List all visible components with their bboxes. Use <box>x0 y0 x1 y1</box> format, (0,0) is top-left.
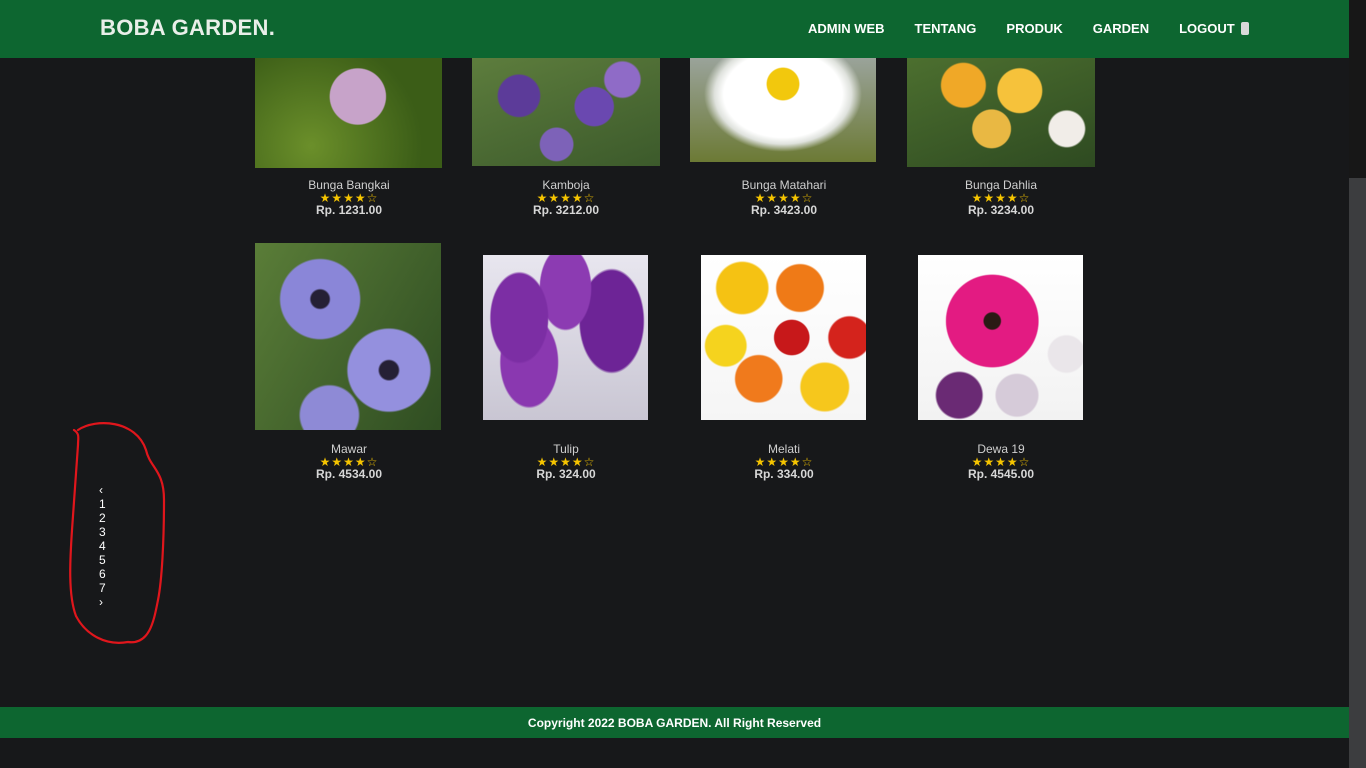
product-name[interactable]: Bunga Bangkai <box>255 178 443 192</box>
footer-copyright: Copyright 2022 BOBA GARDEN. All Right Re… <box>527 716 822 730</box>
pagination-page-1[interactable]: 1 <box>99 497 119 511</box>
product-name[interactable]: Dewa 19 <box>907 442 1095 456</box>
product-price: Rp. 3234.00 <box>967 203 1035 217</box>
product-image[interactable] <box>907 58 1095 167</box>
product-image[interactable] <box>918 255 1083 420</box>
nav-garden[interactable]: GARDEN <box>1093 21 1149 36</box>
product-name[interactable]: Melati <box>690 442 878 456</box>
product-price: Rp. 3212.00 <box>532 203 600 217</box>
pagination-prev[interactable]: ‹ <box>99 483 119 497</box>
pagination: ‹ 1 2 3 4 5 6 7 › <box>99 483 119 609</box>
product-image[interactable] <box>690 58 876 162</box>
footer: Copyright 2022 BOBA GARDEN. All Right Re… <box>0 707 1349 738</box>
product-price: Rp. 1231.00 <box>315 203 383 217</box>
pagination-page-7[interactable]: 7 <box>99 581 119 595</box>
pagination-next[interactable]: › <box>99 595 119 609</box>
product-image[interactable] <box>255 58 442 168</box>
pagination-page-4[interactable]: 4 <box>99 539 119 553</box>
pagination-page-3[interactable]: 3 <box>99 525 119 539</box>
scrollbar-thumb[interactable] <box>1349 178 1366 768</box>
product-name[interactable]: Bunga Matahari <box>690 178 878 192</box>
cart-icon[interactable] <box>1241 22 1249 35</box>
product-image[interactable] <box>701 255 866 420</box>
product-price: Rp. 324.00 <box>536 467 596 481</box>
nav-links: ADMIN WEB TENTANG PRODUK GARDEN LOGOUT <box>808 21 1265 36</box>
pagination-page-6[interactable]: 6 <box>99 567 119 581</box>
product-name[interactable]: Mawar <box>255 442 443 456</box>
product-price: Rp. 334.00 <box>754 467 814 481</box>
pagination-page-5[interactable]: 5 <box>99 553 119 567</box>
product-name[interactable]: Tulip <box>472 442 660 456</box>
product-price: Rp. 4534.00 <box>315 467 383 481</box>
pagination-page-2[interactable]: 2 <box>99 511 119 525</box>
nav-admin-web[interactable]: ADMIN WEB <box>808 21 885 36</box>
brand-logo[interactable]: BOBA GARDEN. <box>100 15 275 41</box>
product-image[interactable] <box>483 255 648 420</box>
product-price: Rp. 3423.00 <box>750 203 818 217</box>
product-image[interactable] <box>255 243 441 430</box>
product-name[interactable]: Bunga Dahlia <box>907 178 1095 192</box>
nav-tentang[interactable]: TENTANG <box>915 21 977 36</box>
product-image[interactable] <box>472 58 660 166</box>
annotation-circle <box>69 422 166 644</box>
nav-logout[interactable]: LOGOUT <box>1179 21 1235 36</box>
product-price: Rp. 4545.00 <box>967 467 1035 481</box>
product-name[interactable]: Kamboja <box>472 178 660 192</box>
nav-produk[interactable]: PRODUK <box>1006 21 1062 36</box>
navbar: BOBA GARDEN. ADMIN WEB TENTANG PRODUK GA… <box>0 0 1349 58</box>
